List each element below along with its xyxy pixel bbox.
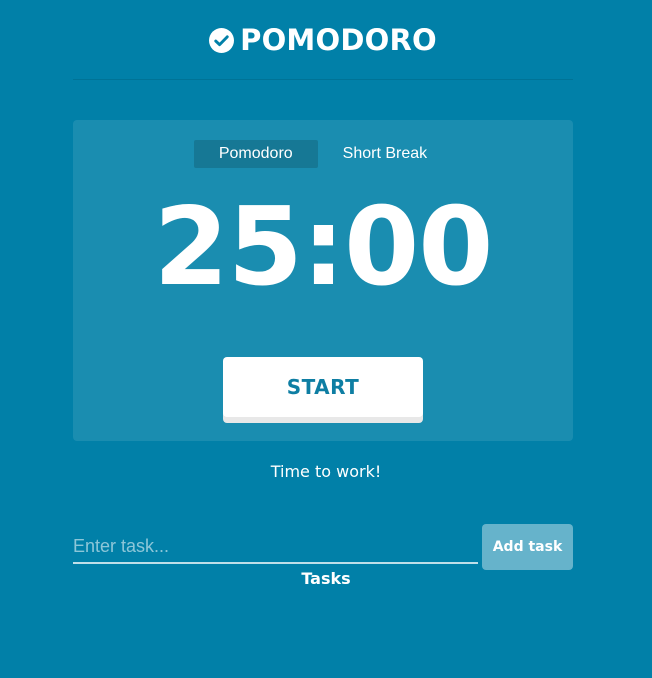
app-title: POMODORO: [240, 22, 437, 57]
status-message: Time to work!: [270, 462, 382, 481]
tab-pomodoro[interactable]: Pomodoro: [193, 140, 318, 168]
check-circle-icon: [209, 28, 235, 53]
timer-card: Pomodoro Short Break 25:00 START: [73, 120, 573, 441]
task-entry-row: Add task: [73, 524, 573, 570]
tasks-heading: Tasks: [301, 569, 351, 588]
tab-short-break[interactable]: Short Break: [318, 140, 452, 168]
start-button[interactable]: START: [223, 357, 423, 417]
mode-tabs: Pomodoro Short Break: [73, 140, 573, 168]
time-display: 25:00: [153, 185, 494, 310]
app-header: POMODORO: [73, 0, 573, 80]
task-input[interactable]: [73, 530, 478, 564]
add-task-button[interactable]: Add task: [482, 524, 573, 570]
